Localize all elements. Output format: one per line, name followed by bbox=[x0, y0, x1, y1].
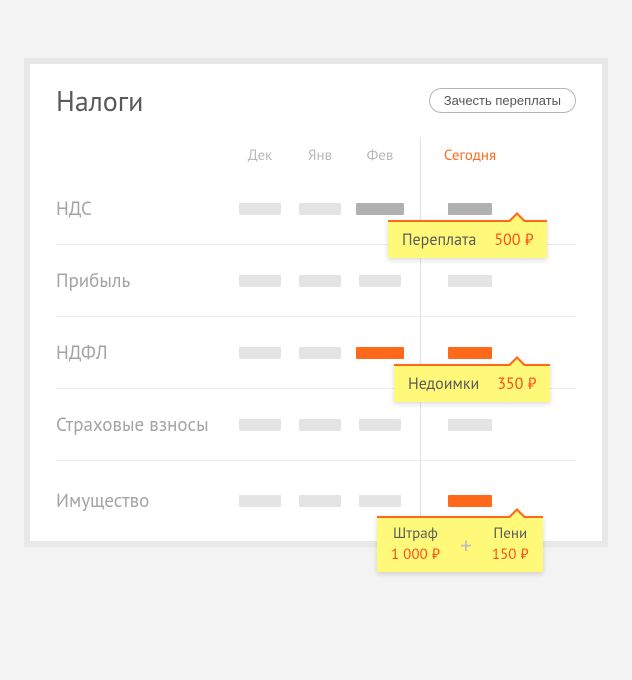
tax-label-profit: Прибыль bbox=[56, 269, 230, 293]
tooltip-fine: Штраф 1 000 ₽ bbox=[377, 518, 454, 572]
plus-icon: + bbox=[454, 518, 478, 572]
tooltip-arrears: Недоимки 350 ₽ bbox=[394, 364, 550, 402]
bar-indicator bbox=[359, 495, 401, 507]
tax-label-property: Имущество bbox=[56, 489, 230, 513]
bar-indicator bbox=[448, 419, 492, 431]
bar-indicator bbox=[359, 419, 401, 431]
tooltip-penalty: Пени 150 ₽ bbox=[478, 518, 543, 572]
tooltip-value: 350 ₽ bbox=[497, 374, 536, 394]
tooltip-overpay: Переплата 500 ₽ bbox=[388, 220, 547, 258]
tooltip-value: 150 ₽ bbox=[492, 545, 529, 564]
bar-indicator bbox=[299, 275, 341, 287]
tooltip-value: 500 ₽ bbox=[494, 230, 533, 250]
tax-label-ndfl: НДФЛ bbox=[56, 341, 230, 365]
bar-indicator bbox=[356, 347, 404, 359]
month-col-jan: Янв bbox=[290, 146, 350, 165]
month-col-today: Сегодня bbox=[430, 146, 510, 165]
bar-indicator bbox=[448, 495, 492, 507]
tooltip-label: Недоимки bbox=[408, 374, 479, 394]
month-header-row: Дек Янв Фев Сегодня bbox=[56, 137, 576, 173]
bar-indicator bbox=[299, 347, 341, 359]
bar-indicator bbox=[359, 275, 401, 287]
bar-indicator bbox=[239, 275, 281, 287]
bar-indicator bbox=[299, 203, 341, 215]
tax-grid: Дек Янв Фев Сегодня НДС Прибыль bbox=[56, 137, 576, 541]
month-col-dec: Дек bbox=[230, 146, 290, 165]
bar-indicator bbox=[448, 275, 492, 287]
bar-indicator bbox=[448, 347, 492, 359]
month-col-feb: Фев bbox=[350, 146, 410, 165]
tax-label-insurance: Страховые взносы bbox=[56, 413, 230, 437]
bar-indicator bbox=[239, 203, 281, 215]
page-title: Налоги bbox=[56, 82, 143, 119]
bar-indicator bbox=[299, 495, 341, 507]
offset-overpayments-button[interactable]: Зачесть переплаты bbox=[429, 88, 576, 113]
tooltip-label: Штраф bbox=[391, 524, 440, 543]
tooltip-label: Пени bbox=[492, 524, 529, 543]
tooltip-value: 1 000 ₽ bbox=[391, 545, 440, 564]
panel-header: Налоги Зачесть переплаты bbox=[56, 82, 576, 119]
tooltip-fine-penalty: Штраф 1 000 ₽ + Пени 150 ₽ bbox=[377, 516, 543, 572]
bar-indicator bbox=[239, 419, 281, 431]
taxes-panel: Налоги Зачесть переплаты Дек Янв Фев Сег… bbox=[24, 58, 608, 547]
tooltip-label: Переплата bbox=[402, 230, 476, 250]
bar-indicator bbox=[239, 495, 281, 507]
bar-indicator bbox=[356, 203, 404, 215]
bar-indicator bbox=[448, 203, 492, 215]
bar-indicator bbox=[239, 347, 281, 359]
bar-indicator bbox=[299, 419, 341, 431]
tax-label-nds: НДС bbox=[56, 197, 230, 221]
